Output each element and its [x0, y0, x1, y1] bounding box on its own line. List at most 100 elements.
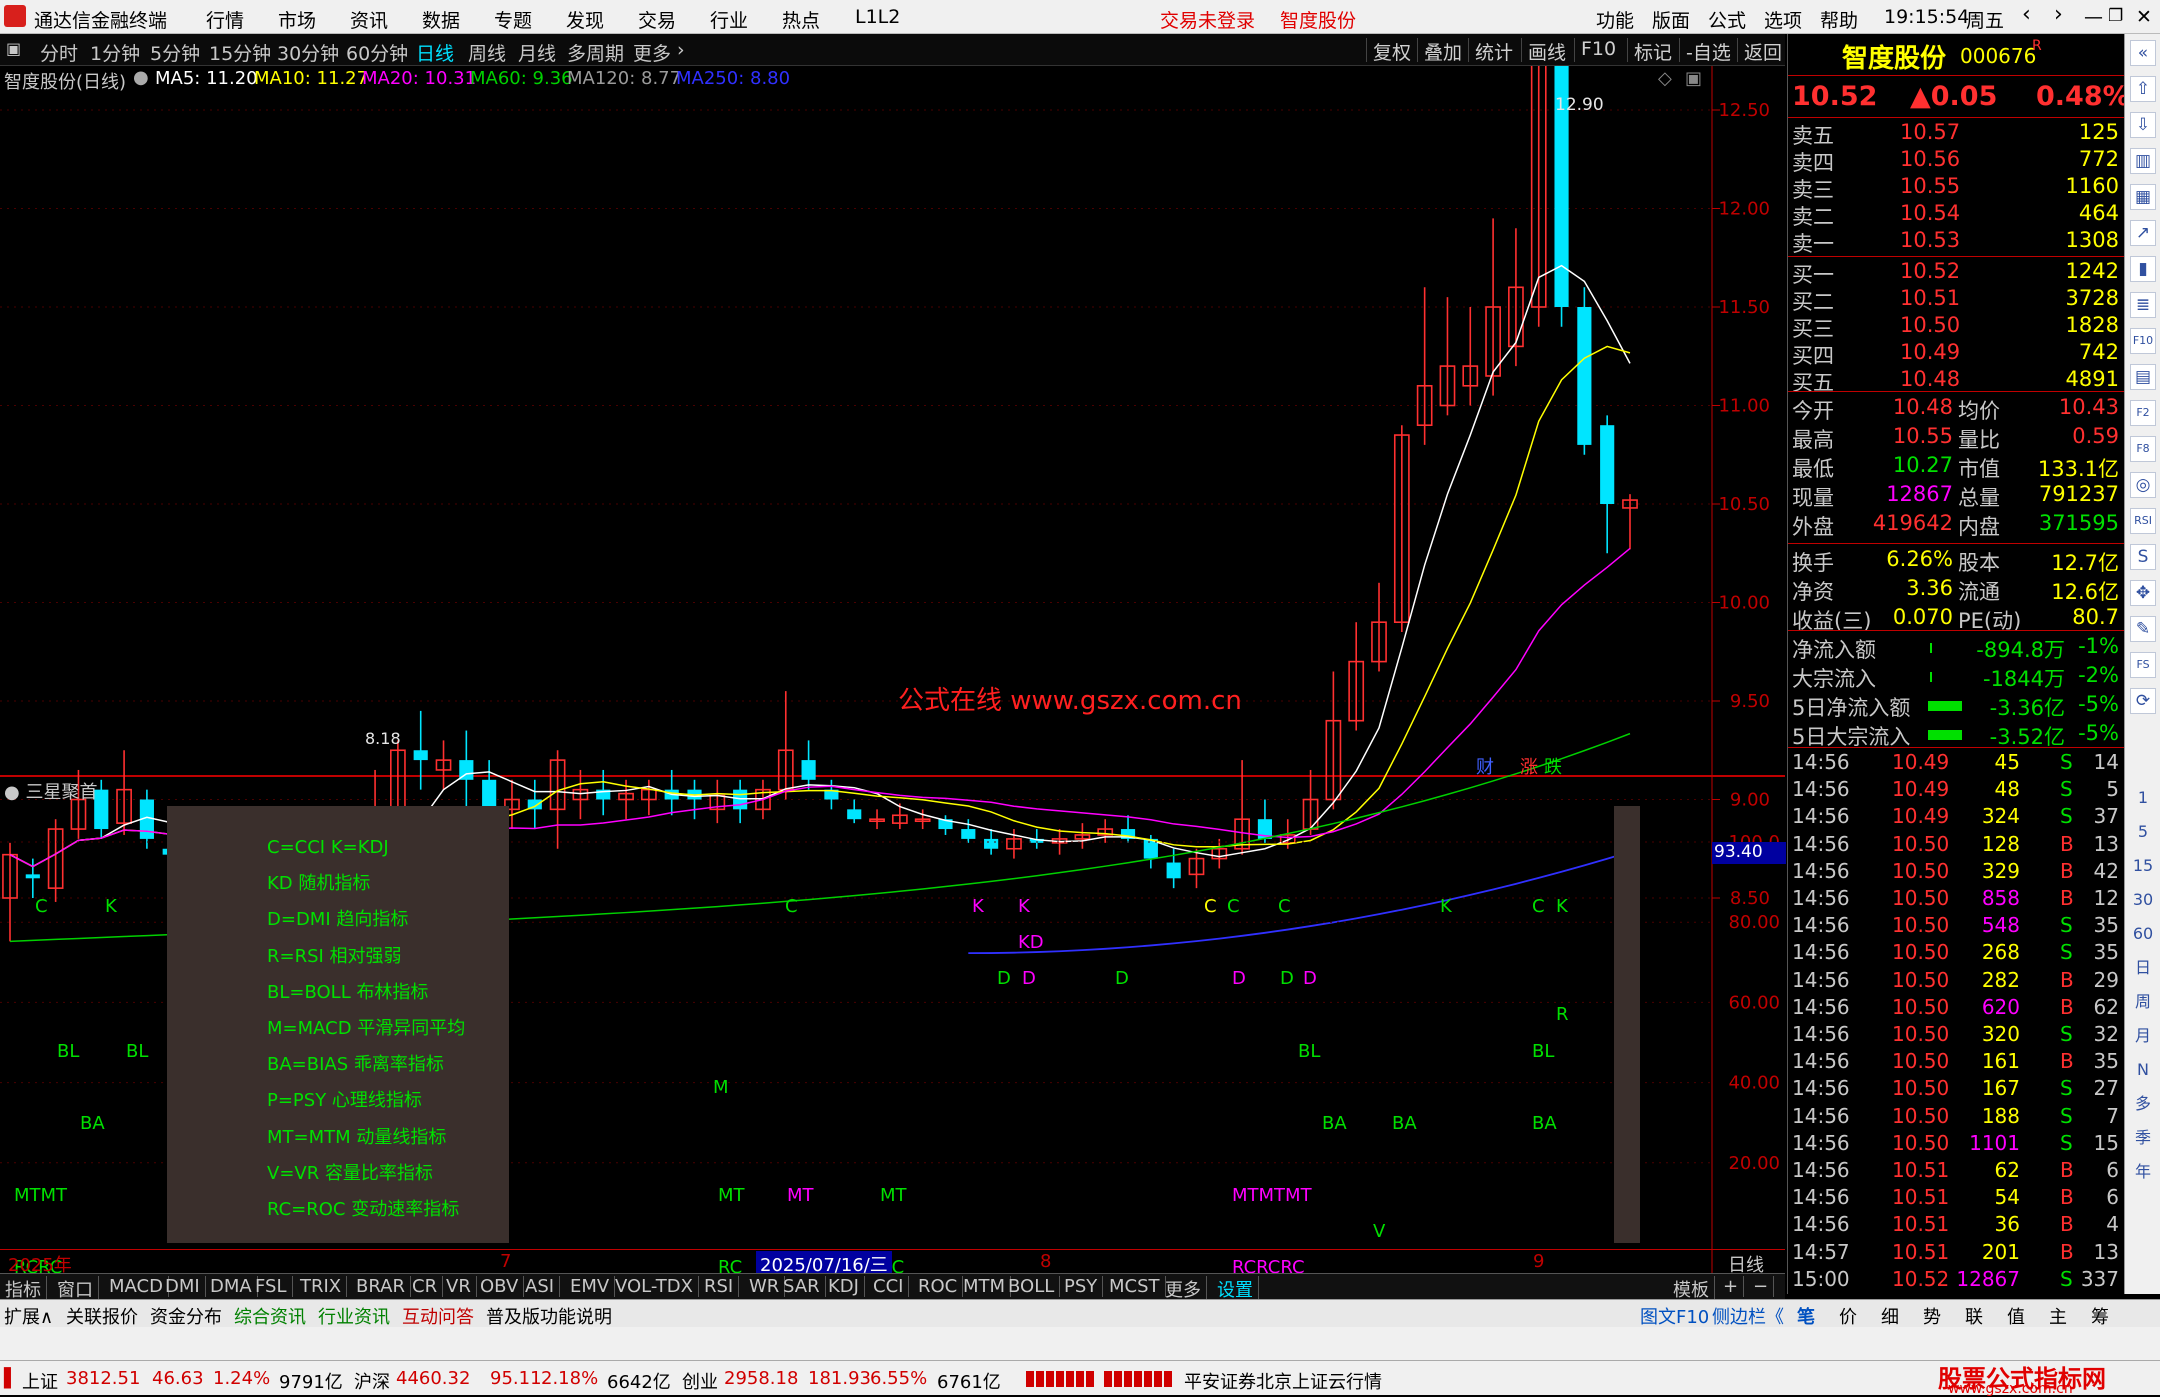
- indicator-tab[interactable]: PSY: [1059, 1276, 1104, 1297]
- indicator-tab[interactable]: FSL: [250, 1276, 293, 1297]
- indicator-tab[interactable]: MCST: [1104, 1276, 1166, 1297]
- sidebar-period-11[interactable]: 年: [2129, 1158, 2157, 1186]
- cy-name[interactable]: 创业: [682, 1368, 718, 1394]
- diamond-icon[interactable]: ◇: [1658, 68, 1672, 89]
- close-icon[interactable]: ✕: [2136, 6, 2152, 28]
- collapse-icon[interactable]: «: [2130, 40, 2156, 66]
- menu-gongneng[interactable]: 功能: [1596, 6, 1634, 33]
- add-icon[interactable]: +: [1718, 1276, 1745, 1297]
- period-30min[interactable]: 30分钟: [277, 39, 339, 66]
- sh-name[interactable]: 上证: [22, 1368, 58, 1394]
- period-monthly[interactable]: 月线: [518, 39, 556, 66]
- pen-icon[interactable]: ✎: [2130, 616, 2156, 642]
- menu-redian[interactable]: 热点: [782, 6, 820, 33]
- tool-fanhui[interactable]: 返回: [1737, 38, 1782, 64]
- indicator-tab[interactable]: BRAR: [351, 1276, 411, 1297]
- tool-fuquan[interactable]: 复权: [1366, 38, 1411, 64]
- tab-help[interactable]: 普及版功能说明: [486, 1303, 612, 1329]
- tab-qa[interactable]: 互动问答: [402, 1303, 474, 1329]
- period-more[interactable]: 更多: [633, 39, 671, 66]
- candle-icon[interactable]: ▮: [2130, 256, 2156, 282]
- restore-icon[interactable]: ❐: [2108, 6, 2123, 26]
- zhang-mark[interactable]: 涨: [1520, 753, 1538, 779]
- indicator-tab[interactable]: DMI: [160, 1276, 206, 1297]
- down-icon[interactable]: ⇩: [2130, 112, 2156, 138]
- menu-xuanxiang[interactable]: 选项: [1764, 6, 1802, 33]
- indicator-tab[interactable]: VR: [441, 1276, 477, 1297]
- quote-tab[interactable]: 筹: [2091, 1303, 2109, 1329]
- sidebar-period-2[interactable]: 15: [2129, 852, 2157, 880]
- sz-name[interactable]: 沪深: [354, 1368, 390, 1394]
- indicator-tab[interactable]: CR: [407, 1276, 444, 1297]
- back-icon[interactable]: ‹: [2022, 2, 2031, 27]
- quote-tab[interactable]: 价: [1839, 1303, 1857, 1329]
- indicator-tab[interactable]: EMV: [565, 1276, 616, 1297]
- menu-l1l2[interactable]: L1L2: [855, 6, 900, 28]
- fs-icon[interactable]: FS: [2130, 652, 2156, 678]
- chevron-right-icon[interactable]: ›: [677, 39, 685, 61]
- period-weekly[interactable]: 周线: [468, 39, 506, 66]
- indicator-tab[interactable]: ASI: [520, 1276, 561, 1297]
- sidebar-toggle[interactable]: 侧边栏《: [1712, 1303, 1784, 1329]
- trade-login-notice[interactable]: 交易未登录: [1160, 6, 1255, 33]
- quote-tab[interactable]: 细: [1881, 1303, 1899, 1329]
- menu-shuju[interactable]: 数据: [422, 6, 460, 33]
- tab-related-quote[interactable]: 关联报价: [66, 1303, 138, 1329]
- f10-icon[interactable]: F10: [2130, 328, 2156, 354]
- quote-tab[interactable]: 联: [1965, 1303, 1983, 1329]
- indicator-tab[interactable]: CCI: [868, 1276, 910, 1297]
- tool-diejia[interactable]: 叠加: [1417, 38, 1462, 64]
- indicator-tab[interactable]: TRIX: [295, 1276, 348, 1297]
- indicator-tab[interactable]: VOL-TDX: [610, 1276, 699, 1297]
- circle-icon[interactable]: ◎: [2130, 472, 2156, 498]
- indicator-tab[interactable]: RSI: [699, 1276, 740, 1297]
- minus-icon[interactable]: −: [1748, 1276, 1775, 1297]
- forward-icon[interactable]: ›: [2054, 2, 2063, 27]
- menu-hangye[interactable]: 行业: [710, 6, 748, 33]
- tab-industry-news[interactable]: 行业资讯: [318, 1303, 390, 1329]
- sidebar-period-3[interactable]: 30: [2129, 886, 2157, 914]
- sidebar-period-9[interactable]: 多: [2129, 1090, 2157, 1118]
- minimize-icon[interactable]: —: [2084, 6, 2103, 28]
- tool-biaoji[interactable]: 标记: [1627, 38, 1672, 64]
- sidebar-period-4[interactable]: 60: [2129, 920, 2157, 948]
- grid-icon[interactable]: ▦: [2130, 184, 2156, 210]
- period-15min[interactable]: 15分钟: [209, 39, 271, 66]
- tool-huaxian[interactable]: 画线: [1521, 38, 1566, 64]
- sidebar-period-5[interactable]: 日: [2129, 954, 2157, 982]
- f2-icon[interactable]: F2: [2130, 400, 2156, 426]
- die-mark[interactable]: 跌: [1544, 753, 1562, 779]
- indicator-tab[interactable]: ROC: [913, 1276, 964, 1297]
- period-5min[interactable]: 5分钟: [150, 39, 200, 66]
- menu-shichang[interactable]: 市场: [278, 6, 316, 33]
- up-icon[interactable]: ⇧: [2130, 76, 2156, 102]
- menu-jiaoyi[interactable]: 交易: [638, 6, 676, 33]
- doc-icon[interactable]: ▤: [2130, 364, 2156, 390]
- indicator-tab[interactable]: KDJ: [823, 1276, 865, 1297]
- cai-mark[interactable]: 财: [1476, 753, 1494, 779]
- tab-extend[interactable]: 扩展∧: [4, 1303, 53, 1329]
- menu-banmian[interactable]: 版面: [1652, 6, 1690, 33]
- period-multi[interactable]: 多周期: [567, 39, 624, 66]
- tool-tongji[interactable]: 统计: [1468, 38, 1513, 64]
- tool-f10[interactable]: F10: [1574, 38, 1616, 62]
- line-icon[interactable]: ↗: [2130, 220, 2156, 246]
- panel-toggle-icon[interactable]: ▣: [6, 39, 21, 58]
- refresh-icon[interactable]: ⟳: [2130, 688, 2156, 714]
- move-icon[interactable]: ✥: [2130, 580, 2156, 606]
- f8-icon[interactable]: F8: [2130, 436, 2156, 462]
- sidebar-period-10[interactable]: 季: [2129, 1124, 2157, 1152]
- sidebar-period-6[interactable]: 周: [2129, 988, 2157, 1016]
- panel-max-icon[interactable]: ▣: [1685, 68, 1702, 89]
- indicator-tab[interactable]: OBV: [475, 1276, 525, 1297]
- indicator-dropdown-icon[interactable]: ●: [4, 782, 20, 803]
- menu-bangzhu[interactable]: 帮助: [1820, 6, 1858, 33]
- quote-tab[interactable]: 笔: [1797, 1303, 1815, 1329]
- menu-hangqing[interactable]: 行情: [206, 6, 244, 33]
- chart-icon[interactable]: ▥: [2130, 148, 2156, 174]
- tab-fund-dist[interactable]: 资金分布: [150, 1303, 222, 1329]
- tab-news[interactable]: 综合资讯: [234, 1303, 306, 1329]
- dropdown-icon[interactable]: ●: [133, 67, 149, 88]
- menu-zhuanti[interactable]: 专题: [494, 6, 532, 33]
- indicator-tab[interactable]: BOLL: [1003, 1276, 1061, 1297]
